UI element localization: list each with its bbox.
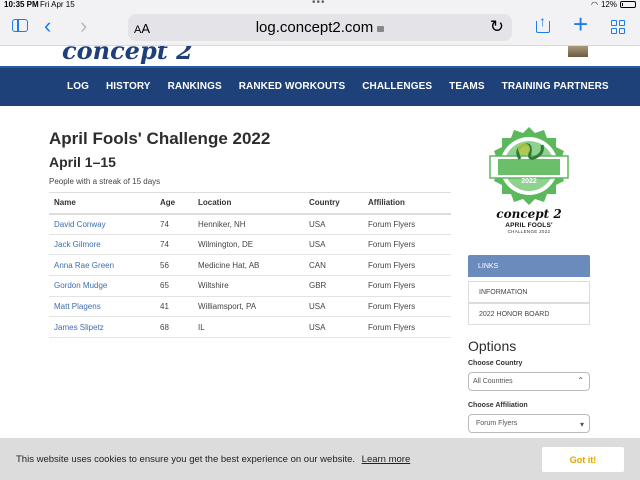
table-row: Jack Gilmore 74 Wilmington, DE USA Forum… [49,234,451,256]
avatar[interactable] [568,46,588,57]
lock-icon [377,26,385,32]
athlete-affiliation: Forum Flyers [363,316,451,339]
column-header-age: Age [155,192,193,215]
site-header: concept 2 [0,46,640,66]
athlete-location: Wiltshire [193,275,304,297]
table-header-row: Name Age Location Country Affiliation [49,192,451,215]
athlete-name-link[interactable]: David Conway [49,213,155,235]
athlete-location: Williamsport, PA [193,296,304,318]
badge-year-text: 2022 [521,178,537,185]
athlete-location: IL [193,316,304,339]
cookie-message: This website uses cookies to ensure you … [16,454,411,465]
athlete-name-link[interactable]: Jack Gilmore [49,234,155,256]
country-select[interactable]: All Countries ⌃ [468,372,590,391]
chevron-down-icon: ▾ [579,420,584,429]
tabs-icon[interactable] [611,20,626,35]
affiliation-label: Choose Affiliation [468,402,528,409]
athlete-name-link[interactable]: Matt Plagens [49,296,155,318]
nav-item-training-partners[interactable]: TRAINING PARTNERS [502,81,609,92]
status-date: Fri Apr 15 [40,0,75,9]
athlete-location: Henniker, NH [193,213,304,235]
table-row: Anna Rae Green 56 Medicine Hat, AB CAN F… [49,254,451,277]
battery-icon [620,1,636,8]
athlete-country: USA [304,296,363,318]
status-bar: 10:35 PM Fri Apr 15 ••• ◠ 12% [0,0,640,10]
athlete-country: USA [304,234,363,256]
address-bar[interactable]: AA log.concept2.com ↻ [128,14,512,41]
page-subtitle: April 1–15 [49,154,116,170]
column-header-affiliation: Affiliation [363,192,451,215]
cookie-banner: This website uses cookies to ensure you … [0,438,640,480]
athlete-affiliation: Forum Flyers [363,275,451,297]
athlete-location: Medicine Hat, AB [193,254,304,277]
results-table: Name Age Location Country Affiliation Da… [49,192,451,339]
nav-item-teams[interactable]: TEAMS [449,81,485,92]
nav-item-challenges[interactable]: CHALLENGES [362,81,432,92]
learn-more-link[interactable]: Learn more [362,454,411,465]
affiliation-select[interactable]: Forum Flyers ▾ [468,414,590,433]
sidebar-icon[interactable] [12,19,28,32]
sidebar-link-information[interactable]: INFORMATION [468,281,590,303]
challenge-brand: concept 2 APRIL FOOLS' CHALLENGE 2022 [484,207,574,234]
athlete-affiliation: Forum Flyers [363,234,451,256]
athlete-age: 56 [155,254,193,277]
country-label: Choose Country [468,360,523,367]
column-header-name: Name [49,192,155,215]
athlete-location: Wilmington, DE [193,234,304,256]
nav-item-history[interactable]: HISTORY [106,81,151,92]
athlete-age: 65 [155,275,193,297]
back-icon[interactable]: ‹ [44,15,51,37]
athlete-age: 74 [155,213,193,235]
athlete-country: GBR [304,275,363,297]
main-nav: LOG HISTORY RANKINGS RANKED WORKOUTS CHA… [0,66,640,106]
athlete-age: 41 [155,296,193,318]
athlete-name-link[interactable]: Anna Rae Green [49,254,155,277]
forward-icon[interactable]: › [80,15,87,37]
table-row: James Slipetz 68 IL USA Forum Flyers [49,316,451,339]
nav-item-rankings[interactable]: RANKINGS [168,81,222,92]
page-title: April Fools' Challenge 2022 [49,129,271,148]
athlete-age: 68 [155,316,193,339]
plus-icon[interactable]: + [573,11,588,37]
nav-item-ranked-workouts[interactable]: RANKED WORKOUTS [239,81,346,92]
url-text[interactable]: log.concept2.com [128,19,512,36]
athlete-affiliation: Forum Flyers [363,213,451,235]
athlete-affiliation: Forum Flyers [363,296,451,318]
table-row: Matt Plagens 41 Williamsport, PA USA For… [49,296,451,318]
options-title: Options [468,338,517,354]
athlete-age: 74 [155,234,193,256]
links-header: LINKS [468,255,590,277]
athlete-country: USA [304,213,363,235]
multitask-dots[interactable]: ••• [312,0,326,8]
athlete-name-link[interactable]: Gordon Mudge [49,275,155,297]
brand-challenge-year: CHALLENGE 2022 [507,229,551,234]
browser-toolbar: ‹ › AA log.concept2.com ↻ ↑ + [0,10,640,46]
sidebar-link-honor-board[interactable]: 2022 HONOR BOARD [468,303,590,325]
athlete-country: CAN [304,254,363,277]
athlete-name-link[interactable]: James Slipetz [49,316,155,339]
column-header-location: Location [193,192,304,215]
table-row: Gordon Mudge 65 Wiltshire GBR Forum Flye… [49,275,451,297]
streak-description: People with a streak of 15 days [49,177,161,186]
table-row: David Conway 74 Henniker, NH USA Forum F… [49,213,451,235]
concept2-logo[interactable]: concept 2 [62,46,193,65]
column-header-country: Country [304,192,363,215]
challenge-badge-image: 2022 [489,127,569,205]
brand-challenge-name: APRIL FOOLS' [505,222,553,229]
status-time: 10:35 PM [4,0,39,9]
reload-icon[interactable]: ↻ [490,17,504,37]
battery-percent: 12% [600,0,617,9]
athlete-affiliation: Forum Flyers [363,254,451,277]
concept2-logo: concept 2 [496,207,562,221]
nav-item-log[interactable]: LOG [67,81,89,92]
chevron-updown-icon: ⌃ [577,376,584,385]
athlete-country: USA [304,316,363,339]
wifi-icon: ◠ [591,0,598,9]
accept-cookies-button[interactable]: Got it! [542,447,624,472]
